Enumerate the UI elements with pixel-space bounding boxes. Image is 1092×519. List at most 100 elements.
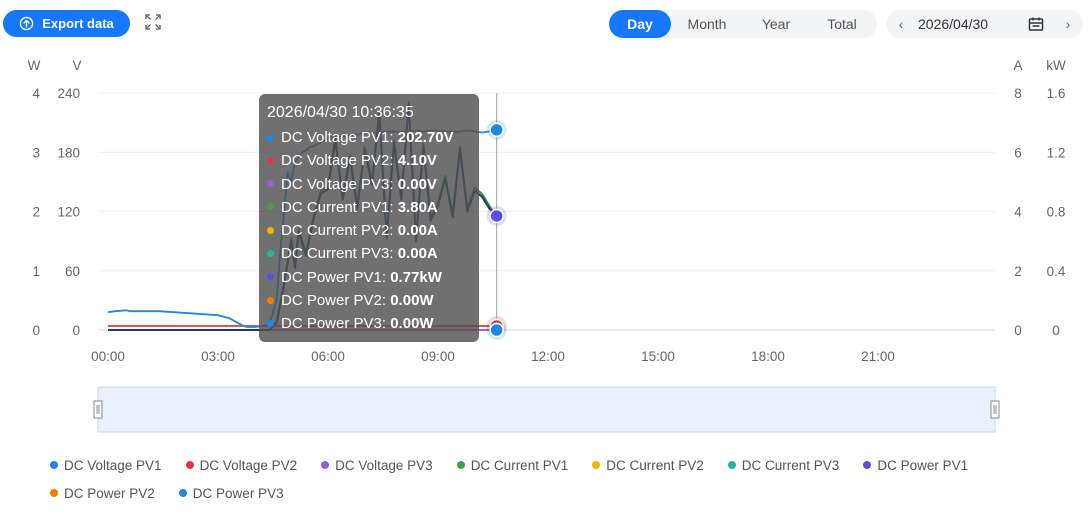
- legend-label: DC Voltage PV1: [64, 457, 162, 473]
- tooltip-row: DC Voltage PV2: 4.10V: [267, 149, 471, 172]
- tooltip-dot: [267, 273, 274, 281]
- tooltip-series-name: DC Current PV3:: [281, 245, 398, 263]
- legend-label: DC Current PV2: [606, 457, 704, 473]
- tooltip-series-value: 0.77kW: [390, 268, 442, 286]
- tooltip-series-value: 0.00V: [397, 175, 437, 193]
- series-marker: [489, 322, 504, 338]
- tooltip-row: DC Current PV2: 0.00A: [267, 219, 471, 242]
- axis-unit-a: A: [1013, 58, 1022, 73]
- tick-label-w: 1: [32, 264, 40, 279]
- legend-label: DC Current PV1: [470, 457, 569, 473]
- legend-label: DC Power PV1: [877, 457, 969, 473]
- legend-dot: [592, 461, 601, 469]
- legend-label: DC Power PV3: [192, 485, 284, 501]
- legend-label: DC Power PV2: [64, 485, 155, 501]
- tooltip-row: DC Power PV2: 0.00W: [267, 289, 471, 312]
- tick-label-x: 06:00: [311, 349, 345, 364]
- legend-dot: [456, 461, 465, 469]
- tick-label-kw: 0.8: [1047, 205, 1066, 220]
- tick-label-kw: 0: [1052, 323, 1060, 338]
- legend-item[interactable]: DC Power PV3: [178, 484, 284, 502]
- legend-dot: [185, 461, 194, 469]
- zoom-handle-left[interactable]: [93, 400, 103, 419]
- legend-item[interactable]: DC Current PV1: [456, 456, 569, 474]
- legend-dot: [321, 461, 330, 469]
- zoom-handle-right[interactable]: [990, 400, 1000, 419]
- tick-label-x: 03:00: [201, 349, 235, 364]
- tooltip-series-value: 4.10V: [397, 152, 437, 170]
- series-marker: [489, 208, 504, 224]
- tick-label-w: 0: [32, 323, 40, 338]
- legend-dot: [50, 461, 58, 469]
- tick-label-x: 12:00: [531, 349, 565, 364]
- legend-label: DC Voltage PV3: [335, 457, 433, 473]
- tick-label-v: 60: [65, 264, 80, 279]
- tooltip-series-name: DC Voltage PV2:: [281, 152, 398, 170]
- legend-item[interactable]: DC Current PV2: [592, 456, 704, 474]
- tick-label-x: 00:00: [91, 349, 125, 364]
- tooltip-row: DC Current PV1: 3.80A: [267, 196, 471, 219]
- tooltip-dot: [267, 319, 274, 327]
- tick-label-w: 3: [32, 145, 40, 160]
- tooltip-dot: [267, 250, 274, 258]
- legend-dot: [727, 461, 736, 469]
- tick-label-a: 0: [1014, 323, 1022, 338]
- tick-label-a: 8: [1014, 86, 1022, 101]
- tick-label-w: 4: [32, 86, 40, 101]
- dc-chart: 0 0 0 0 1 60 2 0.4 2 120 4 0.8 3 180 6 1.2 4 240 8 1.6 W V AkW…: [28, 58, 1066, 433]
- tooltip-row: DC Voltage PV3: 0.00V: [267, 173, 471, 196]
- legend-item[interactable]: DC Voltage PV2: [185, 456, 298, 474]
- tooltip-series-value: 0.00W: [390, 315, 434, 333]
- tick-label-kw: 0.4: [1047, 264, 1066, 279]
- legend-item[interactable]: DC Voltage PV1: [50, 456, 162, 474]
- tick-label-v: 180: [57, 145, 80, 160]
- series-marker: [489, 122, 504, 138]
- legend-item[interactable]: DC Current PV3: [727, 456, 840, 474]
- tooltip-row: DC Power PV1: 0.77kW: [267, 266, 471, 289]
- tooltip-series-name: DC Power PV2:: [281, 292, 391, 310]
- legend-item[interactable]: DC Voltage PV3: [321, 456, 433, 474]
- tooltip-series-value: 0.00W: [390, 292, 434, 310]
- tooltip-dot: [267, 180, 274, 188]
- tooltip-series-value: 202.70V: [397, 129, 454, 146]
- tooltip-row: DC Power PV3: 0.00W: [267, 312, 471, 335]
- axis-unit-w: W: [28, 58, 41, 73]
- tick-label-kw: 1.6: [1047, 86, 1066, 101]
- tooltip-series-name: DC Current PV2:: [281, 222, 398, 240]
- tooltip-row: DC Voltage PV1: 202.70V: [267, 126, 471, 149]
- tick-label-v: 240: [57, 86, 80, 101]
- tick-label-kw: 1.2: [1047, 145, 1066, 160]
- zoom-slider[interactable]: [97, 386, 996, 433]
- tick-label-x: 18:00: [751, 349, 785, 364]
- tick-label-v: 0: [72, 323, 80, 338]
- tooltip-series-name: DC Power PV3:: [281, 315, 391, 333]
- tooltip-series-name: DC Power PV1:: [281, 268, 391, 286]
- tick-label-x: 15:00: [641, 349, 675, 364]
- legend-dot: [50, 489, 58, 497]
- tooltip-dot: [267, 156, 274, 164]
- legend-dot: [178, 489, 187, 497]
- tick-label-w: 2: [32, 205, 40, 220]
- tick-label-x: 09:00: [421, 349, 455, 364]
- legend-item[interactable]: DC Power PV2: [50, 484, 155, 502]
- chart-tooltip: 2026/04/30 10:36:35 DC Voltage PV1: 202.…: [259, 94, 479, 342]
- tooltip-series-value: 0.00A: [397, 222, 438, 240]
- tick-label-a: 2: [1014, 264, 1022, 279]
- tooltip-dot: [267, 133, 274, 141]
- tooltip-dot: [267, 226, 274, 234]
- chart-legend: DC Voltage PV1 DC Voltage PV2 DC Voltage P…: [50, 456, 1060, 502]
- legend-label: DC Voltage PV2: [199, 457, 298, 473]
- legend-item[interactable]: DC Power PV1: [863, 456, 968, 474]
- tick-label-v: 120: [57, 205, 80, 220]
- tick-label-x: 21:00: [861, 349, 895, 364]
- axis-unit-kw: kW: [1046, 58, 1066, 73]
- tick-label-a: 6: [1014, 145, 1022, 160]
- chart-grid: [98, 92, 995, 331]
- legend-label: DC Current PV3: [741, 457, 840, 473]
- axis-unit-v: V: [72, 58, 81, 73]
- tooltip-dot: [267, 296, 274, 304]
- tooltip-series-value: 0.00A: [397, 245, 438, 263]
- tooltip-dot: [267, 203, 274, 211]
- tooltip-series-name: DC Voltage PV3:: [281, 175, 398, 193]
- legend-dot: [863, 461, 872, 469]
